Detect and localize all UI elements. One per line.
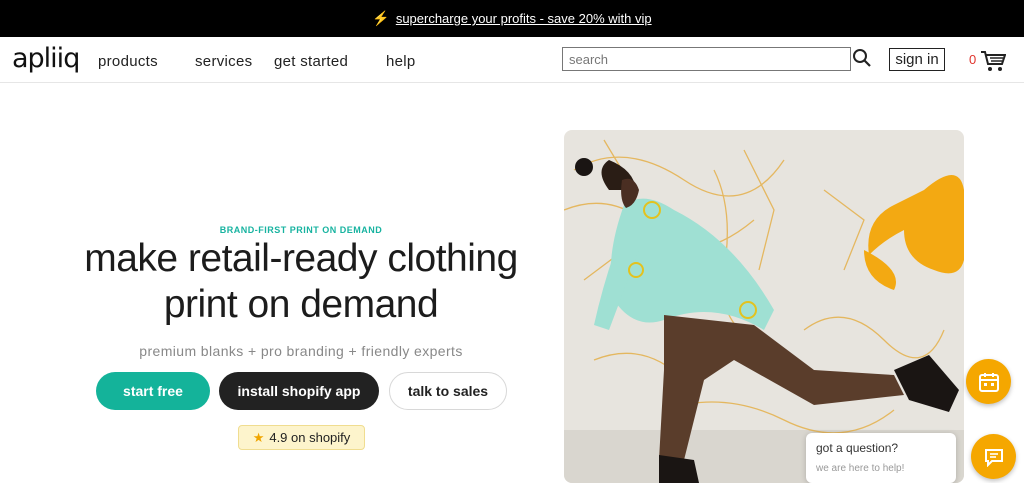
nav-products[interactable]: products <box>98 53 158 70</box>
talk-to-sales-button[interactable]: talk to sales <box>389 372 507 410</box>
promo-banner: ⚡ supercharge your profits - save 20% wi… <box>0 0 1024 37</box>
install-shopify-button[interactable]: install shopify app <box>219 372 379 410</box>
hero-headline: make retail-ready clothing print on dema… <box>40 236 562 328</box>
start-free-button[interactable]: start free <box>96 372 210 410</box>
chat-subtext: we are here to help! <box>816 463 905 474</box>
sign-in-button[interactable]: sign in <box>889 48 945 71</box>
logo[interactable]: apliiq <box>12 43 80 74</box>
search-input[interactable] <box>562 47 851 71</box>
cart-icon[interactable] <box>980 50 1006 72</box>
calendar-button[interactable] <box>966 359 1011 404</box>
promo-link[interactable]: supercharge your profits - save 20% with… <box>396 11 652 26</box>
hero-eyebrow: BRAND-FIRST PRINT ON DEMAND <box>219 225 383 235</box>
headline-line-1: make retail-ready clothing <box>84 237 518 280</box>
shopify-rating-badge: ★ 4.9 on shopify <box>238 425 365 450</box>
hero-subtitle: premium blanks + pro branding + friendly… <box>139 343 463 359</box>
nav-help[interactable]: help <box>386 53 416 70</box>
hero-image <box>564 130 964 483</box>
star-icon: ★ <box>252 429 265 445</box>
calendar-icon <box>978 372 999 392</box>
chat-icon <box>984 448 1003 467</box>
rating-text: 4.9 on shopify <box>269 430 351 445</box>
top-nav: apliiq products services get started hel… <box>0 37 1024 83</box>
nav-services[interactable]: services <box>195 53 252 70</box>
lightning-icon: ⚡ <box>372 10 390 26</box>
chat-button[interactable] <box>971 434 1016 479</box>
nav-get-started[interactable]: get started <box>274 53 348 70</box>
cart-count: 0 <box>969 52 977 67</box>
search-icon[interactable] <box>852 48 872 68</box>
headline-line-2: print on demand <box>163 283 439 326</box>
chat-prompt[interactable]: got a question? we are here to help! <box>806 433 956 483</box>
chat-question: got a question? <box>816 441 899 455</box>
